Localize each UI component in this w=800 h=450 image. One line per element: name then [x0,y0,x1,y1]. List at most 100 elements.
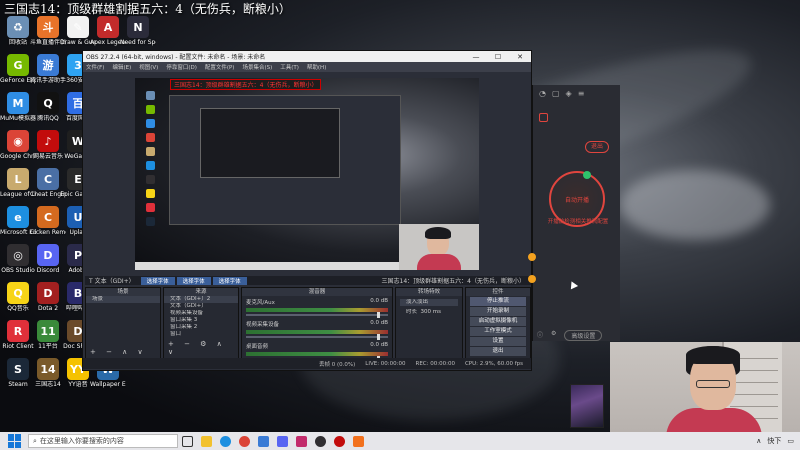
gift-icon[interactable] [539,113,548,122]
draw-guess-icon: ✎ [67,16,89,38]
mixer-channel: 视频采集设备 0.0 dB [242,318,392,340]
preview-stream-title: 三国志14：顶级群雄割据五六：4（无伤兵，断粮小） [170,79,322,90]
logout-button[interactable]: 退出 [585,141,609,153]
recycle-bin-icon: ♻ [7,16,29,38]
source-type: T 文本（GDI+） [89,278,135,285]
transitions-dock: 转场特效 淡入淡出 时长 300 ms [395,287,463,359]
duration-value[interactable]: 300 ms [421,309,441,315]
control-button[interactable]: 停止推流 [470,297,526,306]
obs-menu-item[interactable]: 帮助(H) [307,63,326,71]
advanced-settings-button[interactable]: 高级设置 [564,330,603,341]
obs-statusbar: 丢帧 0 (0.0%) LIVE: 00:00:00 REC: 00:00:00… [83,358,531,369]
control-button[interactable]: 退出 [470,347,526,356]
store-taskbar-icon[interactable] [258,435,269,447]
control-button[interactable]: 开始录制 [470,307,526,316]
transition-select[interactable]: 淡入淡出 [400,299,458,306]
font-tab[interactable]: 选择字体 [176,276,211,285]
obs-taskbar-icon[interactable] [315,435,326,447]
lol-icon: L [7,168,29,190]
live-assistant-panel[interactable]: ◔ ▢ ◈ ≡ 退出 自动开播 开播前检测相关推流配置 ⓘ ⚙ 高级设置 [532,85,620,341]
tray-text: 快下 [767,437,782,445]
obs-menu-item[interactable]: 停靠窗口(D) [166,63,197,71]
desktop-shortcut-label: Wallpaper Engine [90,381,126,388]
control-button[interactable]: 设置 [470,337,526,346]
file-explorer-icon[interactable] [201,435,212,447]
webcam-person-fringe [686,346,740,364]
discord-icon: D [37,244,59,266]
sangoku14-icon: 14 [37,358,59,380]
app-bottom: ⓘ ⚙ 高级设置 [537,330,603,341]
source-toolbar: T 文本（GDI+） 选择字体 选择字体 选择字体 三国志14：顶级群雄割据五六… [85,276,531,285]
obs-menubar: 文件(F) 编辑(E) 视图(V) 停靠窗口(D) 配置文件(P) 场景集合(S) 工具(T… [83,62,531,72]
mumu-icon: M [7,92,29,114]
desktop-shortcut[interactable]: NNeed for Speed™ [120,16,156,46]
source-item[interactable]: 文本（GDI+） [164,303,238,310]
volume-slider[interactable] [246,334,388,340]
obs-menu-item[interactable]: 视图(V) [139,63,158,71]
source-item[interactable]: 窗口 [164,331,238,338]
netease-taskbar-icon[interactable] [334,435,345,447]
obs-menu-item[interactable]: 场景集合(S) [242,63,272,71]
windows-start-icon[interactable] [8,434,22,448]
tray-chevron-icon[interactable]: ∧ [756,437,761,445]
controls-dock: 控件 停止推流 开始录制 启动虚拟摄像机 工作室模式 设置 退出 [465,287,531,359]
desktop-shortcut-label: Need for Speed™ [120,39,156,46]
slider-handle[interactable] [377,312,380,318]
game-poster [570,384,604,428]
font-tab[interactable]: 选择字体 [140,276,175,285]
taskbar-search-input[interactable]: ⌕ 在这里输入你要搜索的内容 [28,434,178,448]
volume-slider[interactable] [246,312,388,318]
close-icon[interactable]: ✕ [509,53,531,61]
chrome-icon: ◉ [7,130,29,152]
obs-menu-item[interactable]: 文件(F) [86,63,104,71]
message-icon[interactable]: ▢ [552,89,560,98]
qq-icon: Q [37,92,59,114]
mixer-channel: 麦克风/Aux 0.0 dB [242,296,392,318]
skin-icon[interactable]: ◈ [566,89,572,98]
control-button[interactable]: 工作室模式 [470,327,526,336]
menu-icon[interactable]: ≡ [578,89,585,98]
source-item[interactable]: 窗口采集 2 [164,324,238,331]
settings-icon[interactable]: ⚙ [551,330,556,341]
obs-menu-item[interactable]: 编辑(E) [112,63,131,71]
system-tray: ∧ 快下 ▭ [756,436,800,446]
apex-icon: A [97,16,119,38]
source-item[interactable]: 文本（GDI+）2 [164,296,238,303]
maximize-icon[interactable]: ☐ [487,53,509,61]
orange-marker-icon [528,253,536,261]
preview-nested-obs [169,95,401,225]
discord-taskbar-icon[interactable] [277,435,288,447]
mixer-list: 麦克风/Aux 0.0 dB 视频采集设备 0.0 dB 桌面音频 0.0 dB [242,296,392,362]
user-icon[interactable]: ◔ [539,89,546,98]
edge-icon: e [7,206,29,228]
notification-icon[interactable]: ▭ [787,437,794,445]
controls-list: 停止推流 开始录制 启动虚拟摄像机 工作室模式 设置 退出 [466,297,530,356]
minimize-icon[interactable]: — [465,53,487,61]
slider-handle[interactable] [377,334,380,340]
help-icon[interactable]: ⓘ [537,330,543,341]
channel-name: 麦克风/Aux [246,300,275,306]
obs-menu-item[interactable]: 工具(T) [280,63,299,71]
obs-menu-item[interactable]: 配置文件(P) [205,63,235,71]
control-button[interactable]: 启动虚拟摄像机 [470,317,526,326]
scene-tools[interactable]: + − ∧ ∨ [90,348,147,356]
scene-item[interactable]: 场景 [86,296,160,303]
task-view-icon[interactable] [182,435,193,447]
volume-meter [246,352,388,356]
obs-preview[interactable]: 三国志14：顶级群雄割据五六：4（无伤兵，断粮小） [135,78,479,270]
live-app-taskbar-icon[interactable] [353,435,364,447]
app-taskbar-icon[interactable] [296,435,307,447]
channel-name: 桌面音频 [246,344,269,350]
font-tab[interactable]: 选择字体 [212,276,247,285]
cheat-engine-icon: C [37,168,59,190]
preview-webcam [399,224,479,270]
geforce-icon: G [7,54,29,76]
duration-row[interactable]: 时长 300 ms [400,309,458,316]
chrome-taskbar-icon[interactable] [239,435,250,447]
source-tools[interactable]: + − ⚙ ∧ ∨ [168,340,238,356]
source-item[interactable]: 窗口采集 3 [164,317,238,324]
source-item[interactable]: 视频采集设备 [164,310,238,317]
obs-window[interactable]: OBS 27.2.4 (64-bit, windows) - 配置文件: 未命名… [82,50,532,371]
edge-taskbar-icon[interactable] [220,435,231,447]
channel-db: 0.0 dB [370,320,388,326]
